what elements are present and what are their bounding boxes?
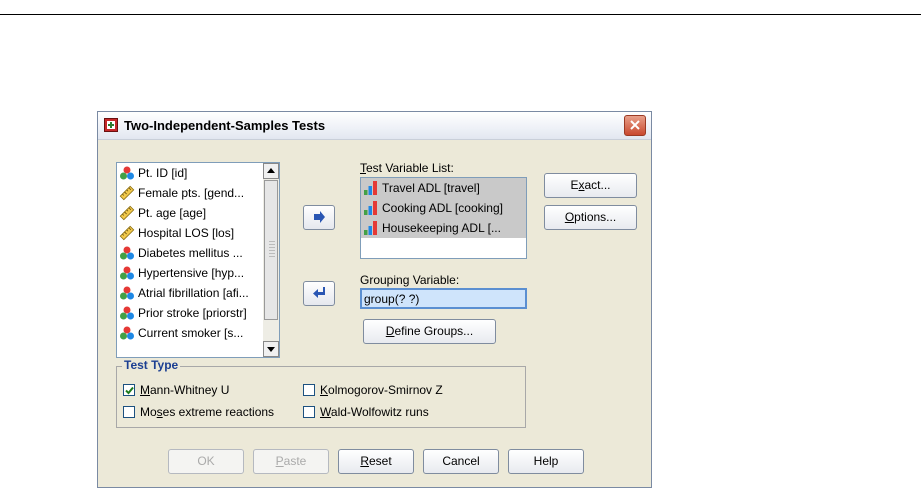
top-rule — [0, 14, 921, 15]
test-variable-items: Travel ADL [travel] Cooking ADL [cooking]… — [361, 178, 526, 238]
wald-wolfowitz-checkbox[interactable]: Wald-Wolfowitz runs — [303, 405, 429, 419]
cancel-button[interactable]: Cancel — [423, 449, 499, 474]
scale-icon — [119, 185, 138, 201]
source-list-scrollbar[interactable] — [263, 163, 279, 357]
close-button[interactable] — [624, 115, 646, 136]
variable-list-item[interactable]: Pt. ID [id] — [117, 163, 263, 183]
checkbox-label: Kolmogorov-Smirnov Z — [320, 383, 443, 397]
scale-icon — [119, 225, 138, 241]
variable-label: Female pts. [gend... — [138, 186, 245, 200]
grouping-variable-field[interactable]: group(? ?) — [360, 288, 527, 309]
variable-label: Diabetes mellitus ... — [138, 246, 243, 260]
scale-bar-icon — [363, 220, 382, 236]
checkbox-label: Moses extreme reactions — [140, 405, 275, 419]
nominal-icon — [119, 305, 138, 321]
test-variable-item[interactable]: Cooking ADL [cooking] — [361, 198, 526, 218]
variable-list-item[interactable]: Atrial fibrillation [afi... — [117, 283, 263, 303]
close-icon — [630, 120, 640, 130]
source-variable-list[interactable]: Pt. ID [id] Female pts. [gend... Pt. age [… — [116, 162, 280, 358]
variable-list-item[interactable]: Pt. age [age] — [117, 203, 263, 223]
checkbox-label: Wald-Wolfowitz runs — [320, 405, 429, 419]
test-variable-list-label: Test Variable List: — [360, 161, 454, 175]
checkbox-box[interactable] — [123, 384, 135, 396]
variable-label: Hospital LOS [los] — [138, 226, 235, 240]
define-groups-button[interactable]: Define Groups... — [363, 319, 496, 344]
test-variable-label: Housekeeping ADL [... — [382, 221, 501, 235]
variable-label: Atrial fibrillation [afi... — [138, 286, 249, 300]
variable-list-item[interactable]: Female pts. [gend... — [117, 183, 263, 203]
mann-whitney-checkbox[interactable]: Mann-Whitney U — [123, 383, 229, 397]
variable-label: Pt. ID [id] — [138, 166, 188, 180]
test-variable-list[interactable]: Travel ADL [travel] Cooking ADL [cooking]… — [360, 177, 527, 259]
variable-list-item[interactable]: Prior stroke [priorstr] — [117, 303, 263, 323]
app-icon — [104, 118, 118, 132]
arrow-down-icon — [267, 347, 275, 352]
arrow-right-icon — [314, 211, 325, 223]
variable-label: Hypertensive [hyp... — [138, 266, 245, 280]
nominal-icon — [119, 265, 138, 281]
variable-label: Prior stroke [priorstr] — [138, 306, 247, 320]
test-variable-label: Travel ADL [travel] — [382, 181, 480, 195]
paste-button[interactable]: Paste — [253, 449, 329, 474]
checkbox-box[interactable] — [303, 384, 315, 396]
variable-list-item[interactable]: Hospital LOS [los] — [117, 223, 263, 243]
arrow-up-icon — [267, 168, 275, 173]
reset-button[interactable]: Reset — [338, 449, 414, 474]
moses-extreme-checkbox[interactable]: Moses extreme reactions — [123, 405, 274, 419]
variable-list-item[interactable]: Hypertensive [hyp... — [117, 263, 263, 283]
nominal-icon — [119, 165, 138, 181]
arrow-bent-left-icon — [313, 287, 325, 298]
checkbox-label: Mann-Whitney U — [140, 383, 230, 397]
test-variable-label: Cooking ADL [cooking] — [382, 201, 503, 215]
scroll-down-button[interactable] — [263, 341, 279, 357]
nominal-icon — [119, 285, 138, 301]
test-variable-item[interactable]: Travel ADL [travel] — [361, 178, 526, 198]
dialog-title: Two-Independent-Samples Tests — [124, 118, 326, 133]
move-to-grouping-button[interactable] — [303, 281, 335, 306]
ok-button[interactable]: OK — [168, 449, 244, 474]
exact-button[interactable]: Exact... — [544, 173, 637, 198]
grouping-variable-label: Grouping Variable: — [360, 273, 460, 287]
scale-bar-icon — [363, 200, 382, 216]
test-variable-item[interactable]: Housekeeping ADL [... — [361, 218, 526, 238]
nominal-icon — [119, 245, 138, 261]
variable-label: Current smoker [s... — [138, 326, 244, 340]
checkmark-icon — [125, 386, 134, 395]
kolmogorov-smirnov-checkbox[interactable]: Kolmogorov-Smirnov Z — [303, 383, 443, 397]
move-to-test-list-button[interactable] — [303, 205, 335, 230]
checkbox-box[interactable] — [123, 406, 135, 418]
scroll-thumb[interactable] — [264, 180, 278, 320]
source-variable-items: Pt. ID [id] Female pts. [gend... Pt. age [… — [117, 163, 263, 357]
nominal-icon — [119, 325, 138, 341]
scroll-up-button[interactable] — [263, 163, 279, 179]
two-independent-samples-dialog: Two-Independent-Samples Tests Pt. ID [id… — [97, 111, 652, 488]
variable-list-item[interactable]: Current smoker [s... — [117, 323, 263, 343]
options-button[interactable]: Options... — [544, 205, 637, 230]
scale-bar-icon — [363, 180, 382, 196]
help-button[interactable]: Help — [508, 449, 584, 474]
variable-list-item[interactable]: Diabetes mellitus ... — [117, 243, 263, 263]
checkbox-box[interactable] — [303, 406, 315, 418]
test-type-legend: Test Type — [122, 358, 181, 372]
title-bar[interactable]: Two-Independent-Samples Tests — [98, 112, 651, 140]
variable-label: Pt. age [age] — [138, 206, 207, 220]
scale-icon — [119, 205, 138, 221]
